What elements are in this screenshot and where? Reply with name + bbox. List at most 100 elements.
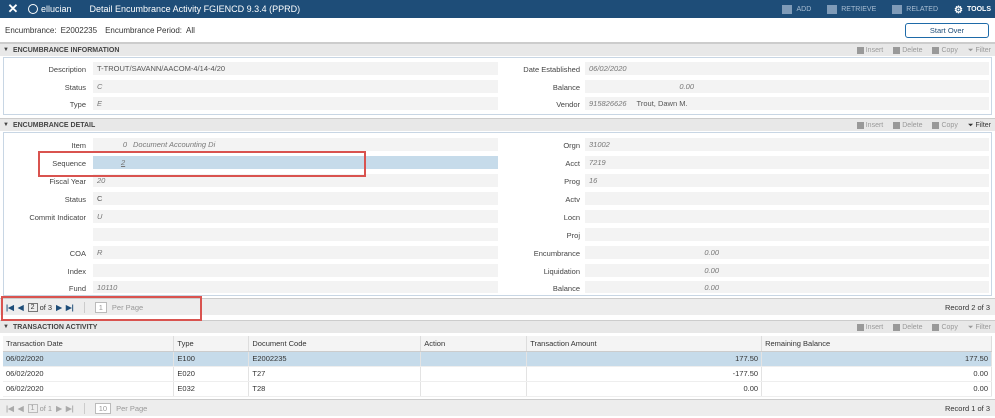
add-icon <box>782 4 793 14</box>
insert-button[interactable]: Insert <box>856 324 883 331</box>
close-icon[interactable]: ✕ <box>0 1 26 17</box>
previous-page-icon[interactable]: ◀ <box>18 404 24 413</box>
collapse-icon[interactable]: ▼ <box>3 122 9 128</box>
activity-section-header[interactable]: ▼ TRANSACTION ACTIVITY Insert Delete Cop… <box>0 320 995 333</box>
acct-field[interactable]: 7219 <box>585 156 989 170</box>
delete-button[interactable]: Delete <box>893 47 922 54</box>
filter-label: Filter <box>975 122 991 129</box>
next-page-icon[interactable]: ▶ <box>56 404 62 413</box>
liquidation-value: 0.00 <box>704 266 719 275</box>
detail-section-header[interactable]: ▼ ENCUMBRANCE DETAIL Insert Delete Copy … <box>0 118 995 131</box>
delete-icon <box>893 122 901 129</box>
detail-balance-field[interactable]: 0.00 <box>585 281 989 294</box>
copy-label: Copy <box>941 47 958 54</box>
table-row[interactable]: 06/02/2020 E100 E2002235 177.50 177.50 <box>3 351 992 367</box>
delete-button[interactable]: Delete <box>893 122 922 129</box>
encumbrance-field[interactable]: 0.00 <box>585 246 989 260</box>
copy-button[interactable]: Copy <box>932 47 958 54</box>
page-number-input[interactable]: 1 <box>27 403 38 413</box>
date-established-field[interactable]: 06/02/2020 <box>585 62 989 76</box>
vendor-id: 915826626 <box>589 99 627 108</box>
table-cell: T27 <box>248 366 422 382</box>
copy-label: Copy <box>941 122 958 129</box>
encumbrance-value: 0.00 <box>704 248 719 257</box>
filter-button[interactable]: ⏷ Filter <box>968 122 991 130</box>
filter-icon: ⏷ <box>967 121 974 129</box>
fund-field[interactable]: 10110 <box>93 281 498 294</box>
copy-button[interactable]: Copy <box>932 122 958 129</box>
actv-field[interactable] <box>585 192 989 206</box>
per-page-select[interactable]: 10 Per Page <box>94 402 148 414</box>
insert-icon <box>856 122 864 129</box>
collapse-icon[interactable]: ▼ <box>3 324 9 330</box>
period-key-label: Encumbrance Period: <box>105 25 183 35</box>
table-row[interactable]: 06/02/2020 E032 T28 0.00 0.00 <box>3 381 992 397</box>
column-header[interactable]: Type <box>173 336 250 352</box>
vendor-name: Trout, Dawn M. <box>636 99 688 108</box>
last-page-icon[interactable]: ▶| <box>66 404 74 413</box>
index-field[interactable] <box>93 264 498 278</box>
status-field[interactable]: C <box>93 80 498 94</box>
locn-field[interactable] <box>585 210 989 224</box>
per-page-label: Per Page <box>116 403 148 413</box>
table-cell: 0.00 <box>526 381 763 397</box>
first-page-icon[interactable]: |◀ <box>6 404 14 413</box>
table-cell: 177.50 <box>761 351 992 367</box>
filter-label: Filter <box>975 324 991 331</box>
proj-field[interactable] <box>585 228 989 242</box>
related-button[interactable]: RELATED <box>892 4 938 14</box>
insert-label: Insert <box>865 122 884 129</box>
ellucian-logo: ellucian <box>28 4 72 14</box>
detail-status-field[interactable]: C <box>93 192 498 206</box>
detail-status-label: Status <box>64 195 86 204</box>
prog-field[interactable]: 16 <box>585 174 989 188</box>
collapse-icon[interactable]: ▼ <box>3 47 9 53</box>
balance-field[interactable]: 0.00 <box>585 80 989 94</box>
liquidation-field[interactable]: 0.00 <box>585 264 989 278</box>
insert-button[interactable]: Insert <box>856 47 883 54</box>
item-description: Document Accounting Di <box>133 140 216 149</box>
retrieve-button[interactable]: RETRIEVE <box>827 4 876 14</box>
table-cell: E032 <box>173 381 250 397</box>
column-header[interactable]: Action <box>420 336 528 352</box>
coa-field[interactable]: R <box>93 246 498 260</box>
add-button[interactable]: ADD <box>782 4 811 14</box>
detail-balance-value: 0.00 <box>704 283 719 292</box>
insert-button[interactable]: Insert <box>856 122 884 129</box>
activity-section-title: TRANSACTION ACTIVITY <box>12 323 98 331</box>
vendor-field[interactable]: 915826626 Trout, Dawn M. <box>585 97 989 111</box>
table-cell: 0.00 <box>761 381 992 397</box>
filter-button[interactable]: ⏷ Filter <box>968 324 991 332</box>
description-field[interactable]: T-TROUT/SAVANN/AACOM-4/14-4/20 <box>93 62 498 76</box>
table-cell: T28 <box>248 381 422 397</box>
orgn-field[interactable]: 31002 <box>585 138 989 152</box>
vendor-label: Vendor <box>556 100 580 109</box>
column-header[interactable]: Transaction Date <box>3 336 175 352</box>
delete-button[interactable]: Delete <box>893 324 922 331</box>
filter-icon: ⏷ <box>967 323 974 331</box>
detail-toolbar: Insert Delete Copy ⏷ Filter <box>847 119 991 132</box>
locn-label: Locn <box>563 213 580 222</box>
filter-button[interactable]: ⏷ Filter <box>968 47 991 55</box>
insert-icon <box>856 324 864 331</box>
copy-button[interactable]: Copy <box>932 324 958 331</box>
column-header[interactable]: Transaction Amount <box>526 336 763 352</box>
type-field[interactable]: E <box>93 97 498 111</box>
start-over-button[interactable]: Start Over <box>905 23 989 38</box>
copy-icon <box>932 122 940 129</box>
table-cell: E020 <box>173 366 250 382</box>
info-section-header[interactable]: ▼ ENCUMBRANCE INFORMATION Insert Delete … <box>0 43 995 56</box>
related-icon <box>892 4 903 14</box>
per-page-value: 10 <box>94 402 112 414</box>
table-cell <box>420 381 528 397</box>
description-label: Description <box>48 65 86 74</box>
filter-label: Filter <box>975 47 991 54</box>
column-header[interactable]: Remaining Balance <box>761 336 992 352</box>
commit-indicator-field[interactable]: U <box>93 210 498 224</box>
table-row[interactable]: 06/02/2020 E020 T27 -177.50 0.00 <box>3 366 992 382</box>
item-field[interactable]: 0 Document Accounting Di <box>93 138 498 152</box>
column-header[interactable]: Document Code <box>248 336 422 352</box>
tools-button[interactable]: ⚙ TOOLS <box>954 5 991 16</box>
blank-field <box>93 228 498 242</box>
actv-label: Actv <box>565 195 580 204</box>
